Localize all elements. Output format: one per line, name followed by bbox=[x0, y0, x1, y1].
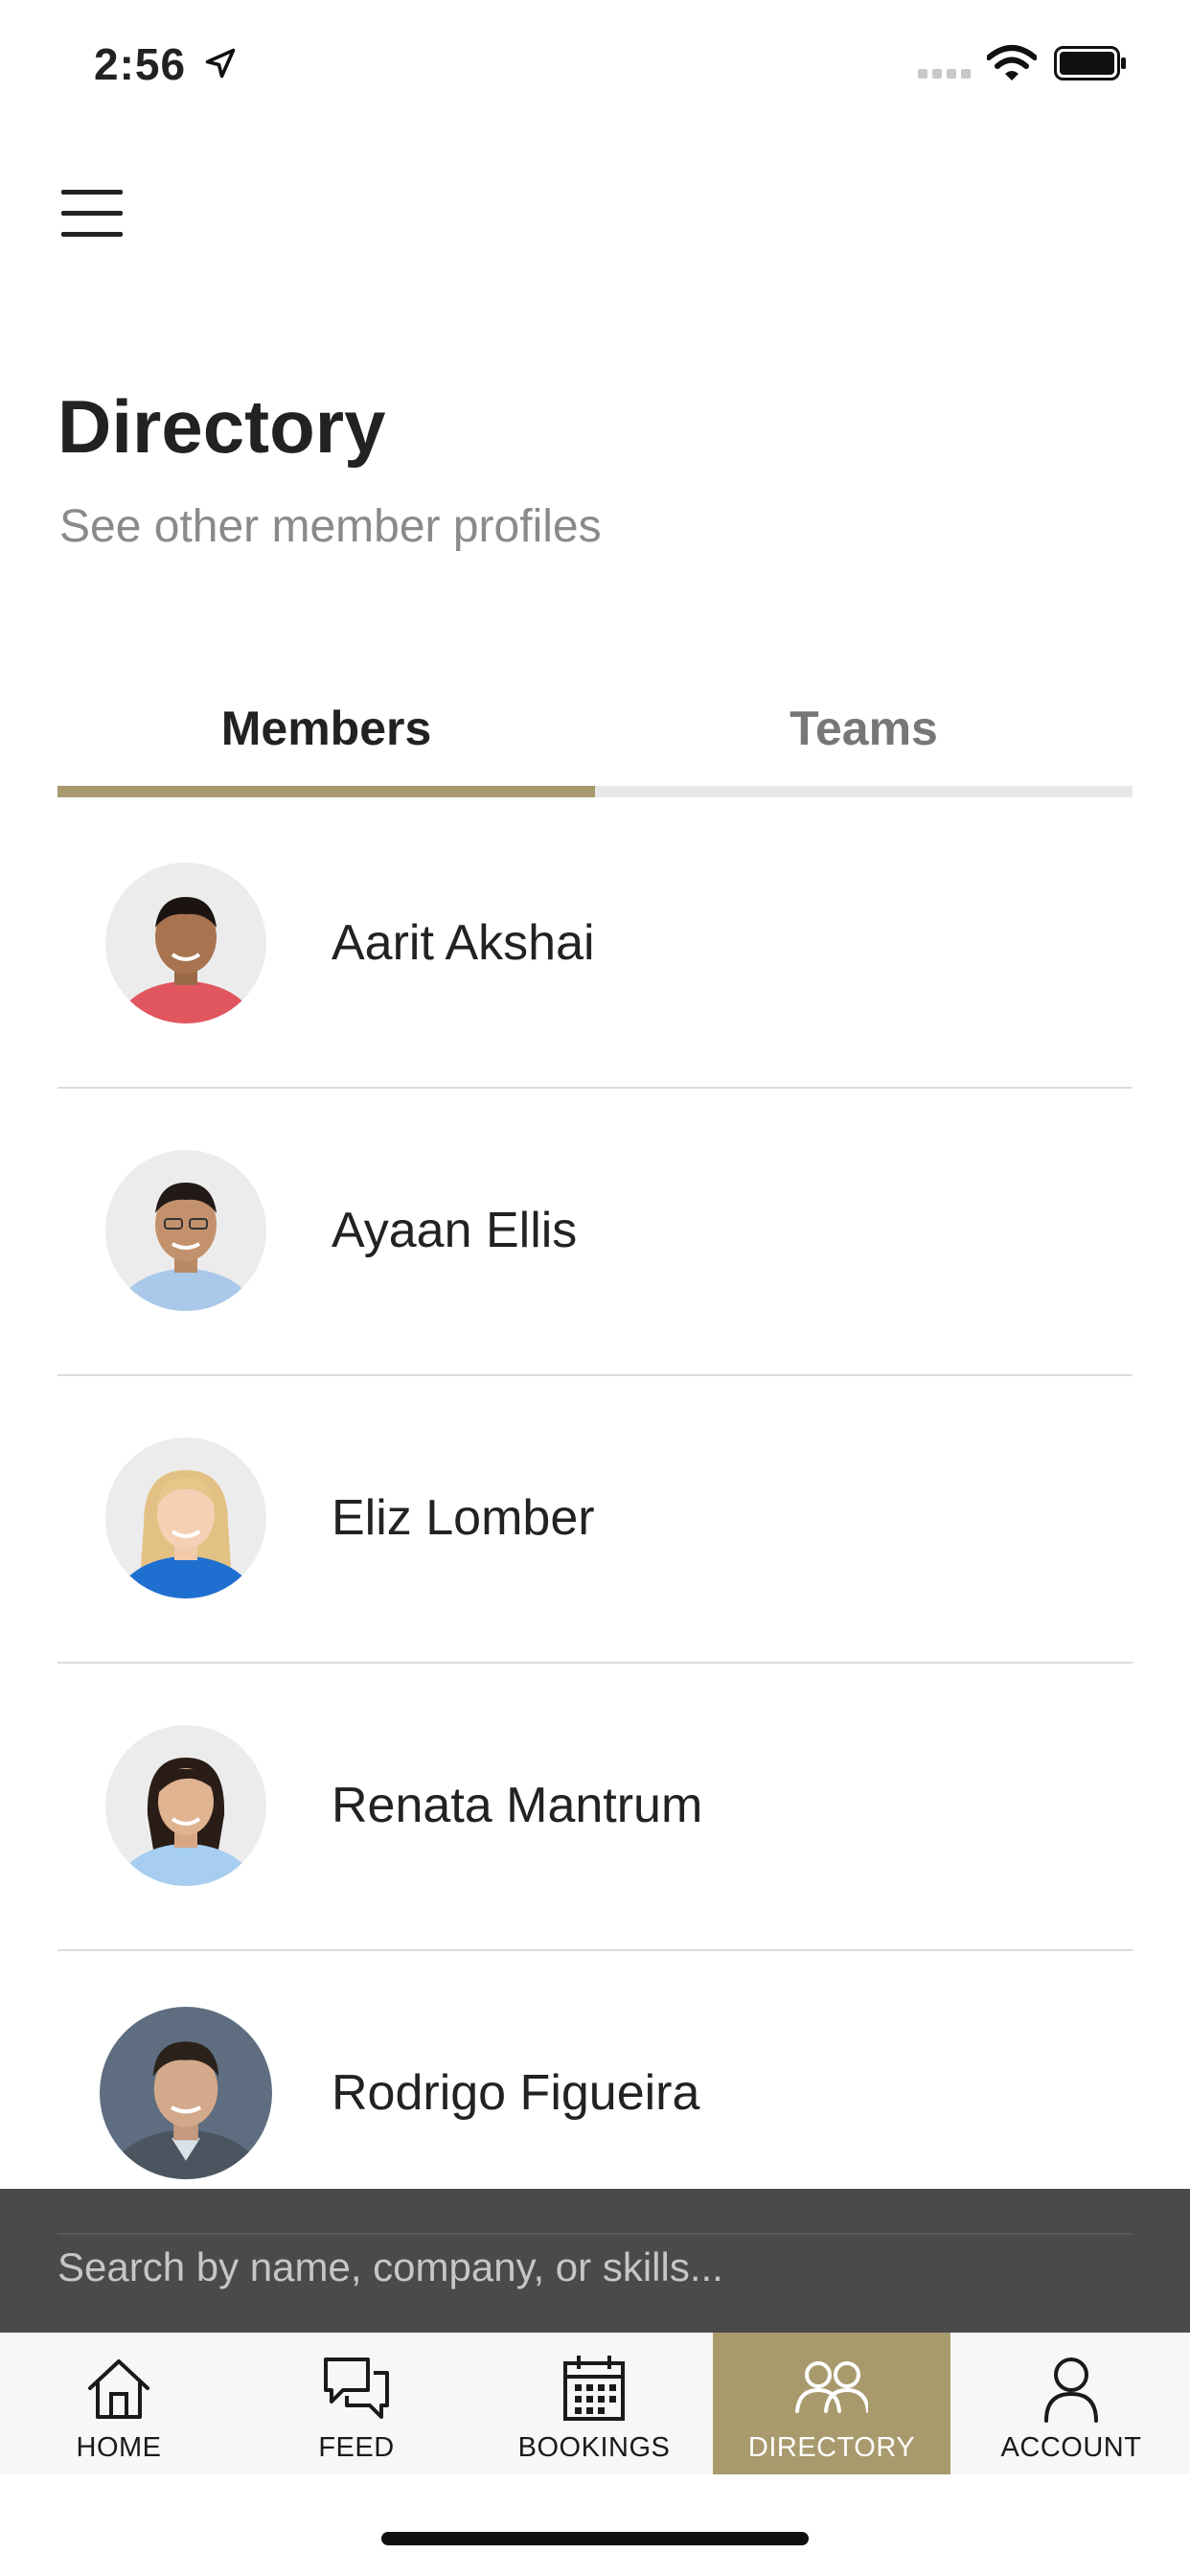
nav-home-label: HOME bbox=[76, 2432, 162, 2463]
home-icon bbox=[88, 2359, 149, 2419]
nav-feed-label: FEED bbox=[318, 2432, 395, 2463]
nav-account-label: ACCOUNT bbox=[1000, 2432, 1142, 2463]
list-item[interactable]: Renata Mantrum bbox=[57, 1662, 1133, 1951]
tab-members[interactable]: Members bbox=[57, 690, 595, 786]
tab-teams[interactable]: Teams bbox=[595, 690, 1133, 786]
chat-bubbles-icon bbox=[324, 2358, 389, 2419]
people-icon bbox=[795, 2361, 868, 2413]
page-subtitle: See other member profiles bbox=[59, 501, 602, 552]
home-indicator bbox=[381, 2532, 809, 2545]
avatar bbox=[100, 2007, 272, 2179]
member-list: Aarit Akshai Ayaan Ellis Eliz Lomber Ren… bbox=[57, 799, 1133, 2189]
user-icon bbox=[1044, 2358, 1098, 2423]
page-title: Directory bbox=[57, 384, 386, 469]
member-name: Eliz Lomber bbox=[332, 1490, 595, 1546]
nav-home[interactable]: HOME bbox=[0, 2333, 238, 2474]
tab-active-indicator bbox=[57, 786, 595, 797]
nav-feed[interactable]: FEED bbox=[238, 2333, 475, 2474]
status-bar: 2:56 bbox=[0, 0, 1190, 125]
avatar bbox=[105, 1725, 266, 1886]
hamburger-menu-icon[interactable] bbox=[59, 186, 126, 240]
battery-icon bbox=[1054, 46, 1126, 80]
list-item[interactable]: Ayaan Ellis bbox=[57, 1087, 1133, 1376]
avatar bbox=[105, 862, 266, 1024]
list-item[interactable]: Eliz Lomber bbox=[57, 1374, 1133, 1664]
nav-account[interactable]: ACCOUNT bbox=[952, 2333, 1190, 2474]
member-name: Ayaan Ellis bbox=[332, 1203, 578, 1258]
calendar-icon bbox=[563, 2356, 625, 2421]
member-name: Aarit Akshai bbox=[332, 915, 595, 971]
search-divider bbox=[57, 2233, 1133, 2235]
member-name: Renata Mantrum bbox=[332, 1778, 703, 1833]
search-bar[interactable]: Search by name, company, or skills... bbox=[0, 2189, 1190, 2333]
list-item[interactable]: Aarit Akshai bbox=[57, 799, 1133, 1089]
nav-directory-label: DIRECTORY bbox=[747, 2432, 916, 2463]
nav-bookings[interactable]: BOOKINGS bbox=[475, 2333, 713, 2474]
segmented-tabs: Members Teams bbox=[57, 690, 1133, 799]
wifi-icon bbox=[987, 45, 1037, 80]
member-name: Rodrigo Figueira bbox=[332, 2065, 700, 2121]
nav-directory[interactable]: DIRECTORY bbox=[713, 2333, 950, 2474]
avatar bbox=[105, 1150, 266, 1311]
avatar bbox=[105, 1438, 266, 1598]
tab-inactive-indicator bbox=[595, 786, 1133, 797]
location-arrow-icon bbox=[205, 48, 236, 79]
search-input[interactable]: Search by name, company, or skills... bbox=[57, 2244, 723, 2290]
list-item[interactable]: Rodrigo Figueira bbox=[57, 1949, 1133, 2189]
bottom-tab-bar: HOME FEED BOOKINGS DIRECTORY ACCOUNT bbox=[0, 2333, 1190, 2474]
status-time: 2:56 bbox=[94, 39, 187, 89]
signal-icon bbox=[918, 69, 971, 79]
nav-bookings-label: BOOKINGS bbox=[517, 2432, 671, 2463]
